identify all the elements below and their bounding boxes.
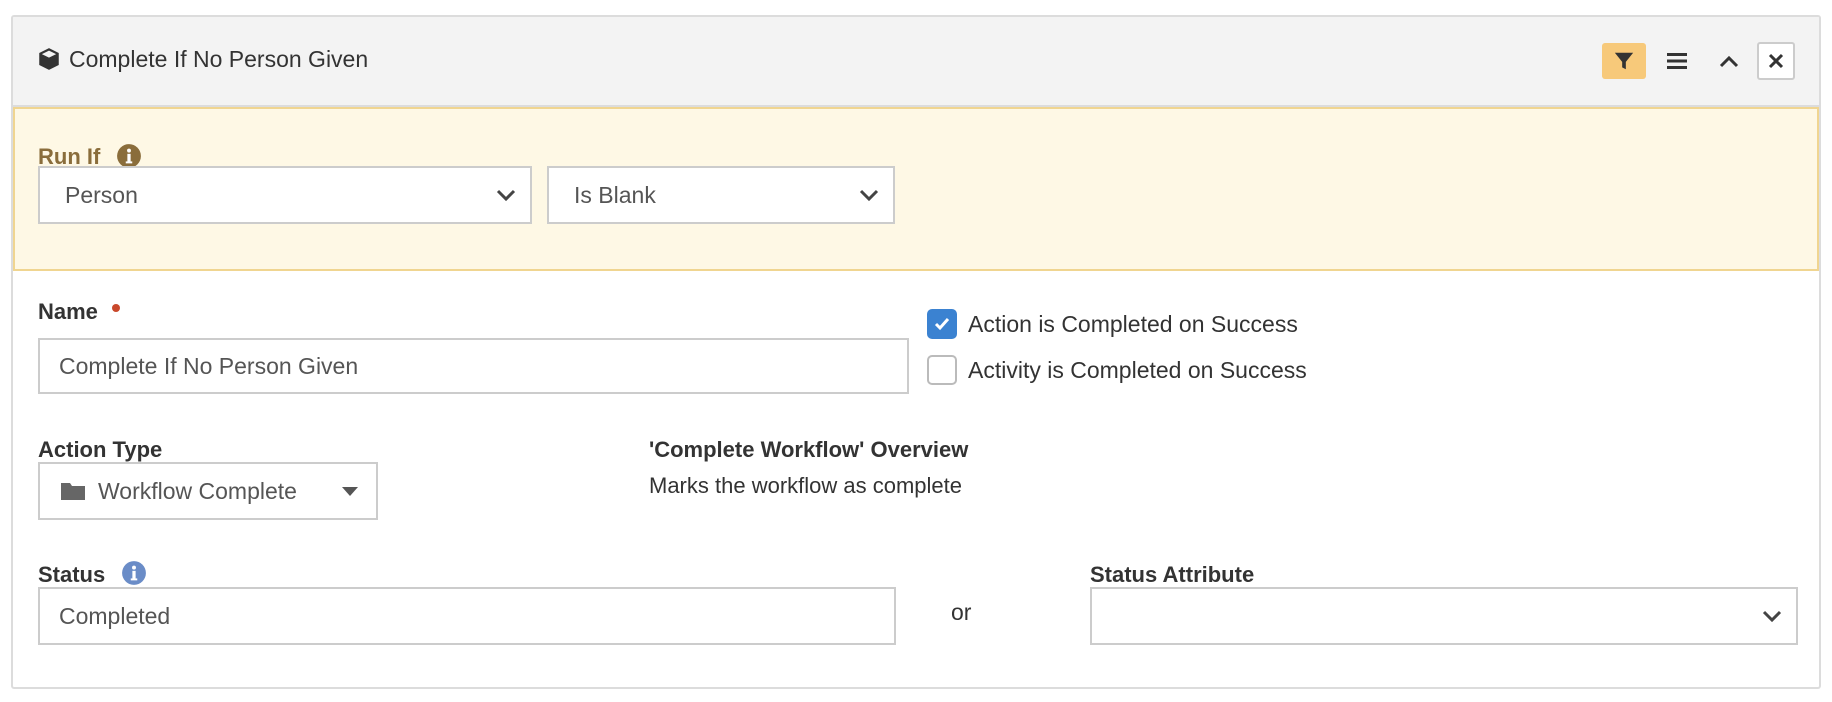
chevron-down-icon (859, 189, 879, 202)
workflow-action-panel: Complete If No Person Given Run If Perso… (11, 15, 1821, 689)
run-if-field-select[interactable]: Person (38, 166, 532, 224)
name-field[interactable]: Complete If No Person Given (38, 338, 909, 394)
chevron-up-icon (1719, 55, 1739, 68)
cube-icon (39, 48, 59, 70)
chevron-down-icon (496, 189, 516, 202)
panel-title: Complete If No Person Given (69, 46, 369, 72)
run-if-section: Run If Person Is Blank (13, 107, 1819, 271)
menu-button[interactable] (1655, 43, 1699, 79)
info-icon[interactable] (121, 560, 147, 586)
close-button[interactable] (1757, 42, 1795, 80)
name-label: Name (38, 299, 98, 324)
action-completed-checkbox[interactable] (927, 309, 957, 339)
activity-completed-checkbox[interactable] (927, 355, 957, 385)
collapse-button[interactable] (1707, 43, 1751, 79)
menu-icon (1667, 53, 1687, 69)
or-separator: or (951, 599, 972, 625)
folder-icon (61, 483, 85, 500)
action-completed-label[interactable]: Action is Completed on Success (968, 311, 1298, 338)
status-field[interactable]: Completed (38, 587, 896, 645)
run-if-field-value: Person (65, 181, 138, 208)
action-type-label: Action Type (38, 437, 163, 462)
status-label: Status (38, 562, 106, 587)
status-attribute-select[interactable] (1090, 587, 1798, 645)
action-type-value: Workflow Complete (98, 477, 297, 504)
action-type-select[interactable]: Workflow Complete (38, 462, 378, 520)
status-value: Completed (59, 602, 171, 629)
status-attribute-label: Status Attribute (1090, 562, 1255, 587)
filter-button[interactable] (1602, 43, 1646, 79)
name-value: Complete If No Person Given (59, 352, 359, 379)
caret-down-icon (342, 487, 358, 496)
panel-header[interactable]: Complete If No Person Given (13, 17, 1819, 107)
chevron-down-icon (1762, 610, 1782, 623)
overview-title: 'Complete Workflow' Overview (649, 437, 969, 462)
run-if-comparison-select[interactable]: Is Blank (547, 166, 895, 224)
close-icon (1768, 53, 1784, 69)
overview-description: Marks the workflow as complete (649, 473, 962, 498)
check-icon (934, 318, 950, 331)
run-if-comparison-value: Is Blank (574, 181, 656, 208)
filter-icon (1614, 52, 1634, 70)
activity-completed-label[interactable]: Activity is Completed on Success (968, 357, 1307, 384)
required-indicator (112, 304, 120, 312)
